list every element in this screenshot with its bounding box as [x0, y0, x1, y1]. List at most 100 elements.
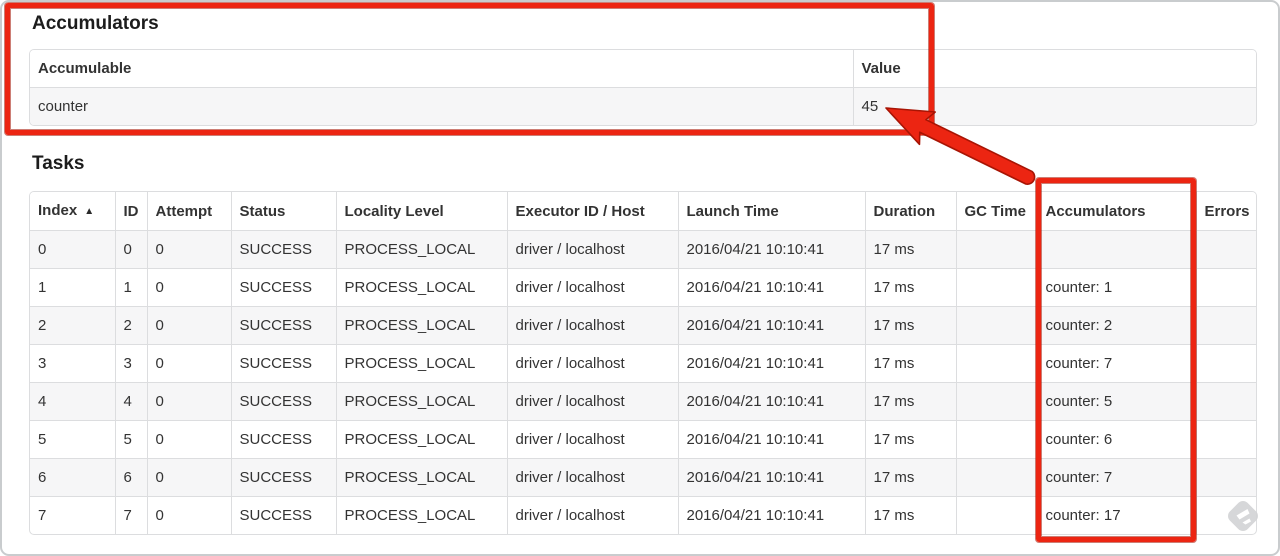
task-row: 4 4 0 SUCCESS PROCESS_LOCAL driver / localhos…: [30, 382, 1256, 421]
task-cell-errors: [1195, 344, 1256, 383]
task-cell-duration: 17 ms: [864, 458, 956, 497]
task-cell-id: 4: [114, 382, 147, 421]
task-cell-index: 6: [30, 458, 115, 497]
task-cell-id: 0: [114, 230, 147, 269]
task-cell-attempt: 0: [146, 458, 231, 497]
tasks-header-locality-level[interactable]: Locality Level: [335, 192, 507, 231]
task-cell-duration: 17 ms: [864, 268, 956, 307]
task-cell-status: SUCCESS: [230, 230, 336, 269]
task-cell-locality-level: PROCESS_LOCAL: [335, 420, 507, 459]
task-cell-gc-time: [955, 306, 1037, 345]
task-cell-errors: [1195, 496, 1256, 534]
task-row: 7 7 0 SUCCESS PROCESS_LOCAL driver / localhos…: [30, 496, 1256, 534]
tasks-header-row: Index ▲ ID Attempt Status Locality Level …: [30, 192, 1256, 231]
task-cell-executor-id-host: driver / localhost: [506, 382, 678, 421]
task-cell-launch-time: 2016/04/21 10:10:41: [677, 344, 865, 383]
task-cell-id: 6: [114, 458, 147, 497]
accumulators-header-row: Accumulable Value: [30, 50, 1256, 88]
task-cell-errors: [1195, 230, 1256, 269]
task-cell-attempt: 0: [146, 230, 231, 269]
task-cell-status: SUCCESS: [230, 382, 336, 421]
accumulable-cell-value: 45: [852, 87, 1256, 125]
accumulators-section-title: Accumulators: [32, 13, 159, 34]
task-cell-launch-time: 2016/04/21 10:10:41: [677, 306, 865, 345]
task-cell-executor-id-host: driver / localhost: [506, 268, 678, 307]
tasks-header-attempt[interactable]: Attempt: [146, 192, 231, 231]
task-cell-attempt: 0: [146, 268, 231, 307]
task-cell-accumulators: [1036, 230, 1196, 269]
task-cell-accumulators: counter: 2: [1036, 306, 1196, 345]
task-cell-index: 0: [30, 230, 115, 269]
task-cell-executor-id-host: driver / localhost: [506, 306, 678, 345]
task-cell-accumulators: counter: 5: [1036, 382, 1196, 421]
task-row: 0 0 0 SUCCESS PROCESS_LOCAL driver / localhos…: [30, 230, 1256, 269]
task-cell-errors: [1195, 382, 1256, 421]
accumulators-table: Accumulable Value counter 45: [29, 49, 1257, 126]
task-cell-duration: 17 ms: [864, 344, 956, 383]
accumulable-column-header: Accumulable: [30, 50, 853, 88]
accumulators-table-grid: Accumulable Value counter 45: [30, 50, 1256, 125]
spark-stage-details-page: Accumulators Accumulable Value counter 45…: [0, 0, 1280, 556]
task-cell-locality-level: PROCESS_LOCAL: [335, 306, 507, 345]
tasks-header-status[interactable]: Status: [230, 192, 336, 231]
task-cell-status: SUCCESS: [230, 344, 336, 383]
tasks-header-accumulators[interactable]: Accumulators: [1036, 192, 1196, 231]
tasks-header-errors[interactable]: Errors: [1195, 192, 1256, 231]
tasks-header-gc-time[interactable]: GC Time: [955, 192, 1037, 231]
tasks-table-body: 0 0 0 SUCCESS PROCESS_LOCAL driver / localhos…: [30, 230, 1256, 534]
task-cell-launch-time: 2016/04/21 10:10:41: [677, 420, 865, 459]
task-cell-status: SUCCESS: [230, 496, 336, 534]
task-cell-index: 7: [30, 496, 115, 534]
tasks-table-grid: Index ▲ ID Attempt Status Locality Level …: [30, 192, 1256, 534]
task-row: 2 2 0 SUCCESS PROCESS_LOCAL driver / localhos…: [30, 306, 1256, 345]
tasks-header-index-label: Index: [38, 202, 78, 219]
task-cell-accumulators: counter: 17: [1036, 496, 1196, 534]
task-cell-gc-time: [955, 496, 1037, 534]
tasks-header-executor-id-host[interactable]: Executor ID / Host: [506, 192, 678, 231]
task-cell-executor-id-host: driver / localhost: [506, 230, 678, 269]
task-cell-duration: 17 ms: [864, 306, 956, 345]
task-cell-executor-id-host: driver / localhost: [506, 458, 678, 497]
task-cell-index: 1: [30, 268, 115, 307]
task-cell-id: 2: [114, 306, 147, 345]
task-cell-executor-id-host: driver / localhost: [506, 344, 678, 383]
task-cell-index: 2: [30, 306, 115, 345]
task-cell-accumulators: counter: 7: [1036, 344, 1196, 383]
tasks-header-duration[interactable]: Duration: [864, 192, 956, 231]
task-cell-id: 1: [114, 268, 147, 307]
tasks-header-id[interactable]: ID: [114, 192, 147, 231]
task-cell-index: 4: [30, 382, 115, 421]
task-cell-errors: [1195, 458, 1256, 497]
task-cell-launch-time: 2016/04/21 10:10:41: [677, 382, 865, 421]
task-cell-duration: 17 ms: [864, 382, 956, 421]
task-cell-gc-time: [955, 458, 1037, 497]
tasks-header-launch-time[interactable]: Launch Time: [677, 192, 865, 231]
task-row: 6 6 0 SUCCESS PROCESS_LOCAL driver / localhos…: [30, 458, 1256, 497]
task-cell-accumulators: counter: 6: [1036, 420, 1196, 459]
task-cell-locality-level: PROCESS_LOCAL: [335, 496, 507, 534]
task-cell-locality-level: PROCESS_LOCAL: [335, 458, 507, 497]
tasks-table: Index ▲ ID Attempt Status Locality Level …: [29, 191, 1257, 535]
task-cell-locality-level: PROCESS_LOCAL: [335, 344, 507, 383]
task-cell-gc-time: [955, 420, 1037, 459]
task-cell-index: 3: [30, 344, 115, 383]
tasks-header-index[interactable]: Index ▲: [30, 192, 115, 231]
task-cell-executor-id-host: driver / localhost: [506, 420, 678, 459]
task-cell-locality-level: PROCESS_LOCAL: [335, 382, 507, 421]
task-cell-id: 3: [114, 344, 147, 383]
task-cell-accumulators: counter: 1: [1036, 268, 1196, 307]
task-cell-gc-time: [955, 268, 1037, 307]
task-cell-launch-time: 2016/04/21 10:10:41: [677, 230, 865, 269]
task-cell-launch-time: 2016/04/21 10:10:41: [677, 268, 865, 307]
task-cell-launch-time: 2016/04/21 10:10:41: [677, 496, 865, 534]
task-cell-errors: [1195, 420, 1256, 459]
task-row: 3 3 0 SUCCESS PROCESS_LOCAL driver / localhos…: [30, 344, 1256, 383]
task-cell-duration: 17 ms: [864, 496, 956, 534]
task-cell-gc-time: [955, 382, 1037, 421]
task-cell-duration: 17 ms: [864, 230, 956, 269]
task-cell-attempt: 0: [146, 420, 231, 459]
task-cell-attempt: 0: [146, 344, 231, 383]
task-cell-status: SUCCESS: [230, 458, 336, 497]
task-cell-gc-time: [955, 230, 1037, 269]
task-cell-status: SUCCESS: [230, 268, 336, 307]
